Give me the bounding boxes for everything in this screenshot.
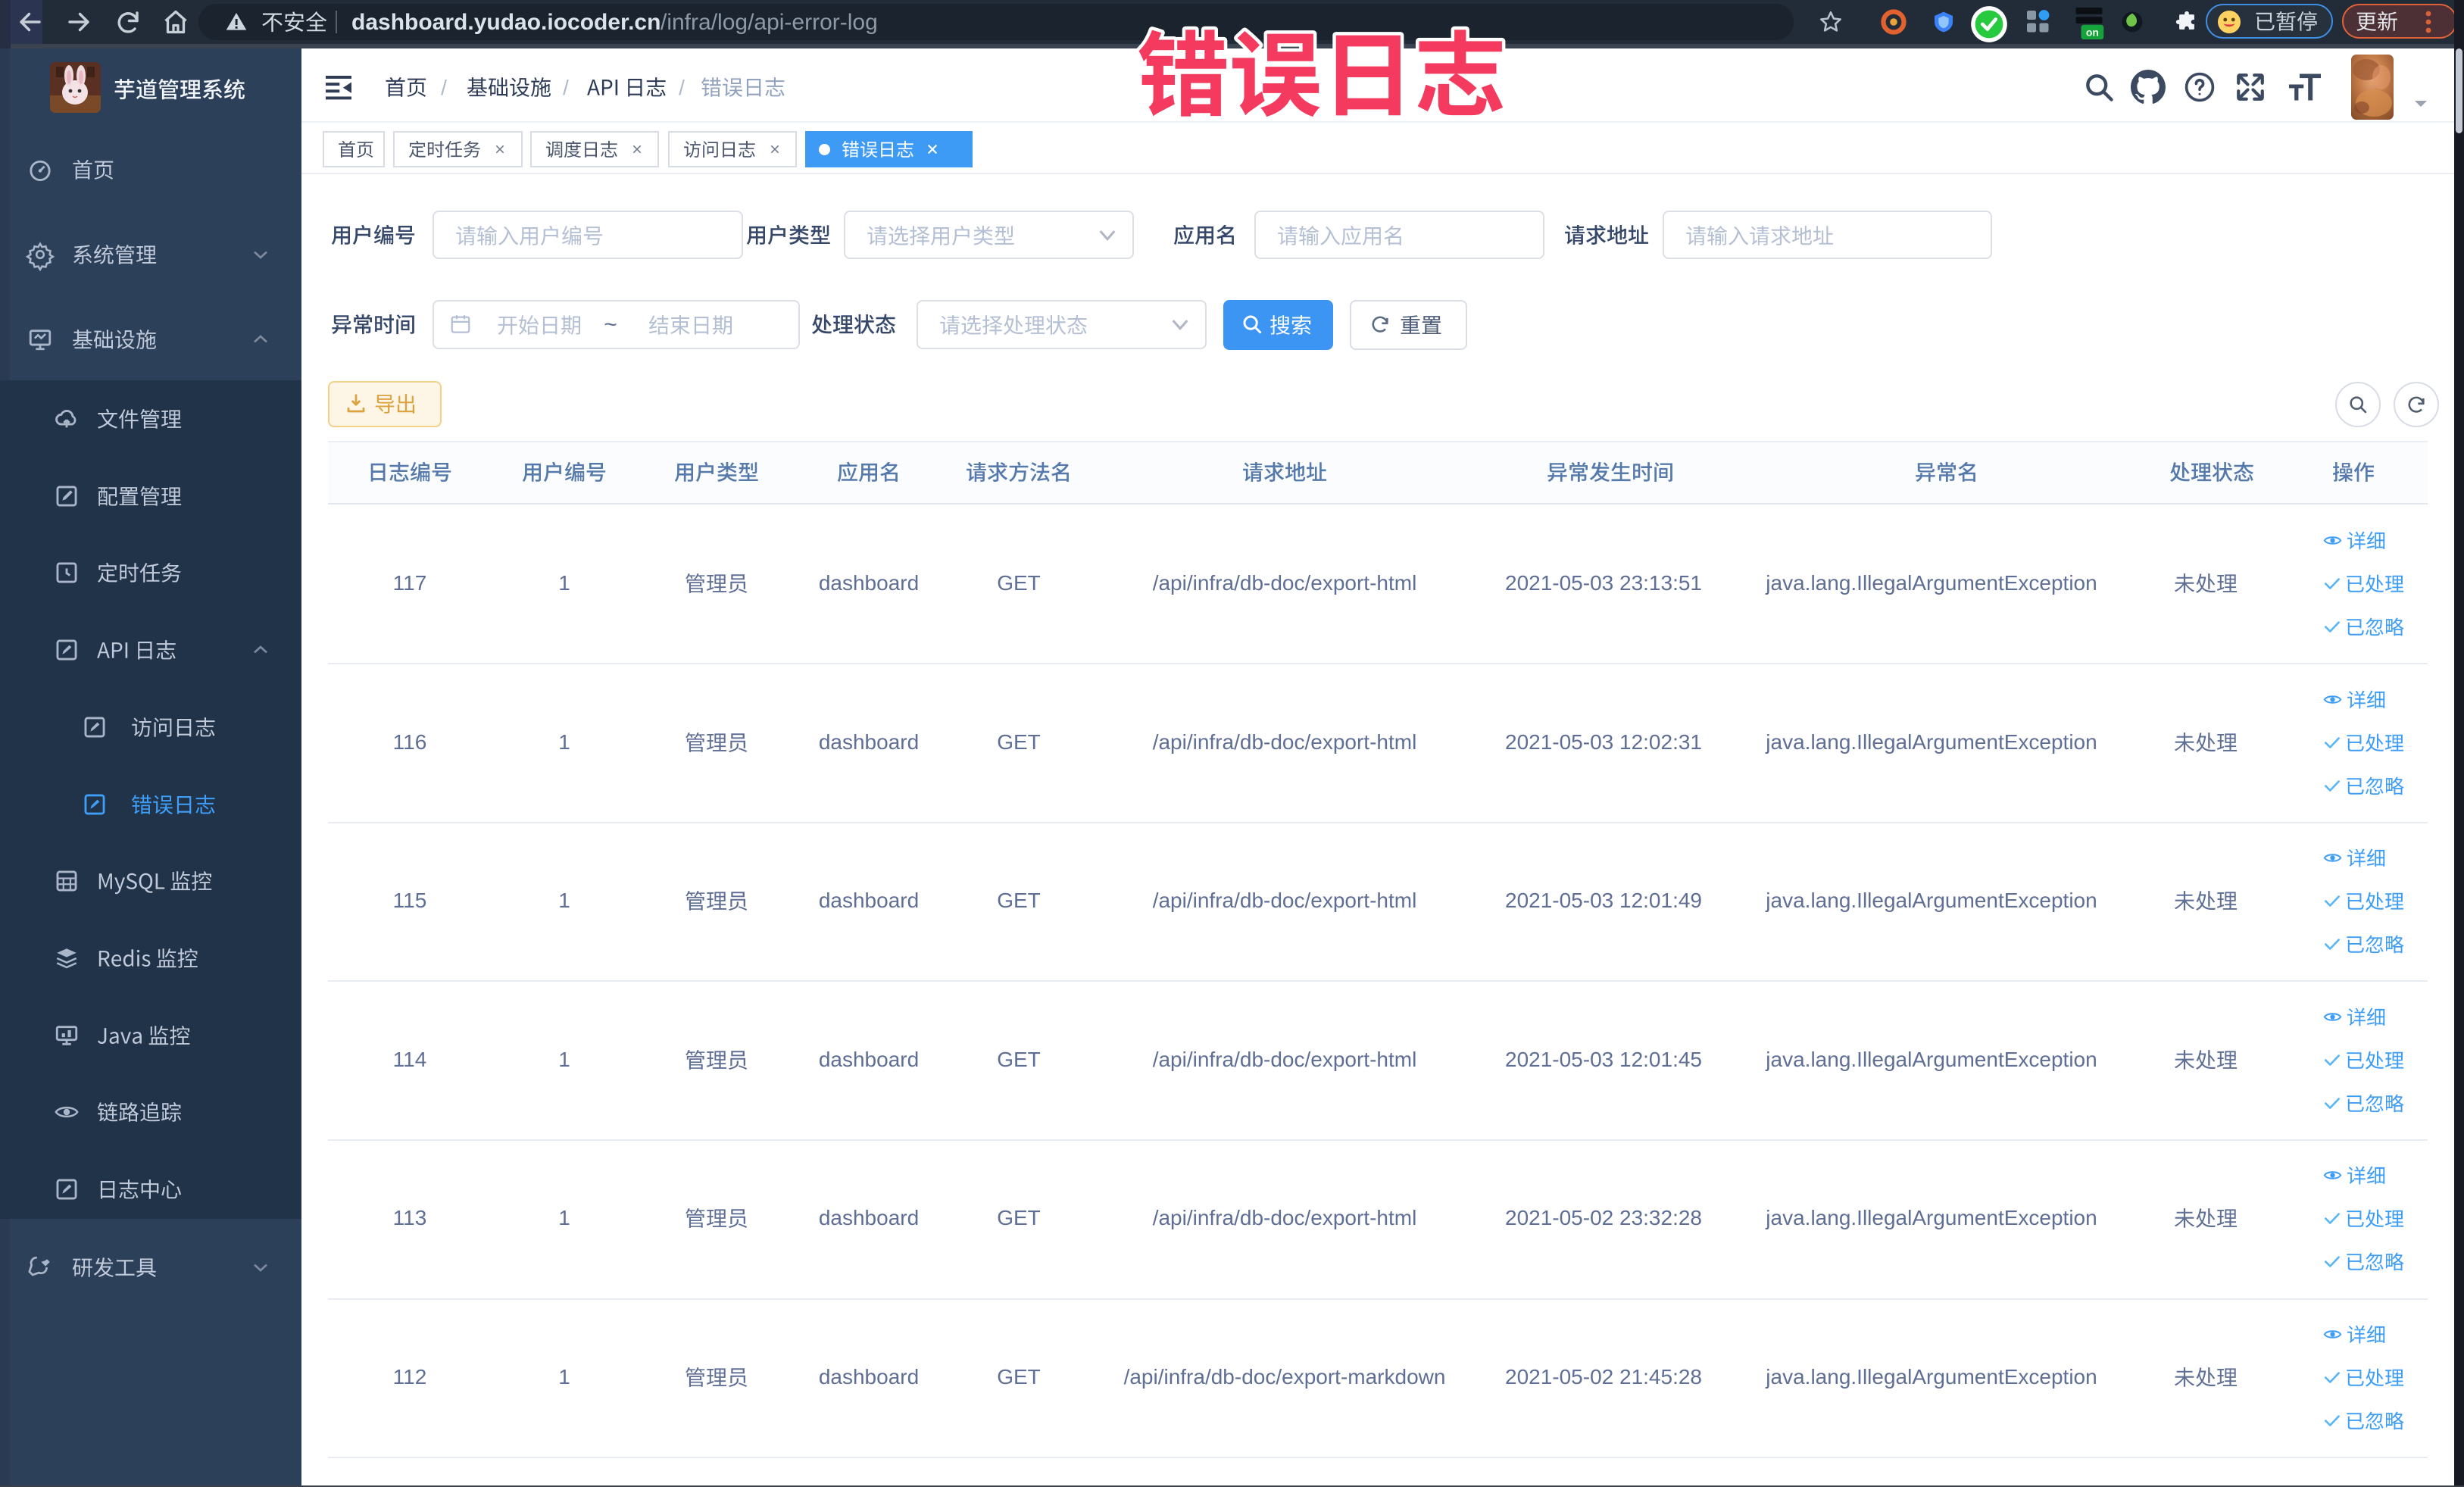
svg-text:on: on	[2086, 27, 2099, 39]
